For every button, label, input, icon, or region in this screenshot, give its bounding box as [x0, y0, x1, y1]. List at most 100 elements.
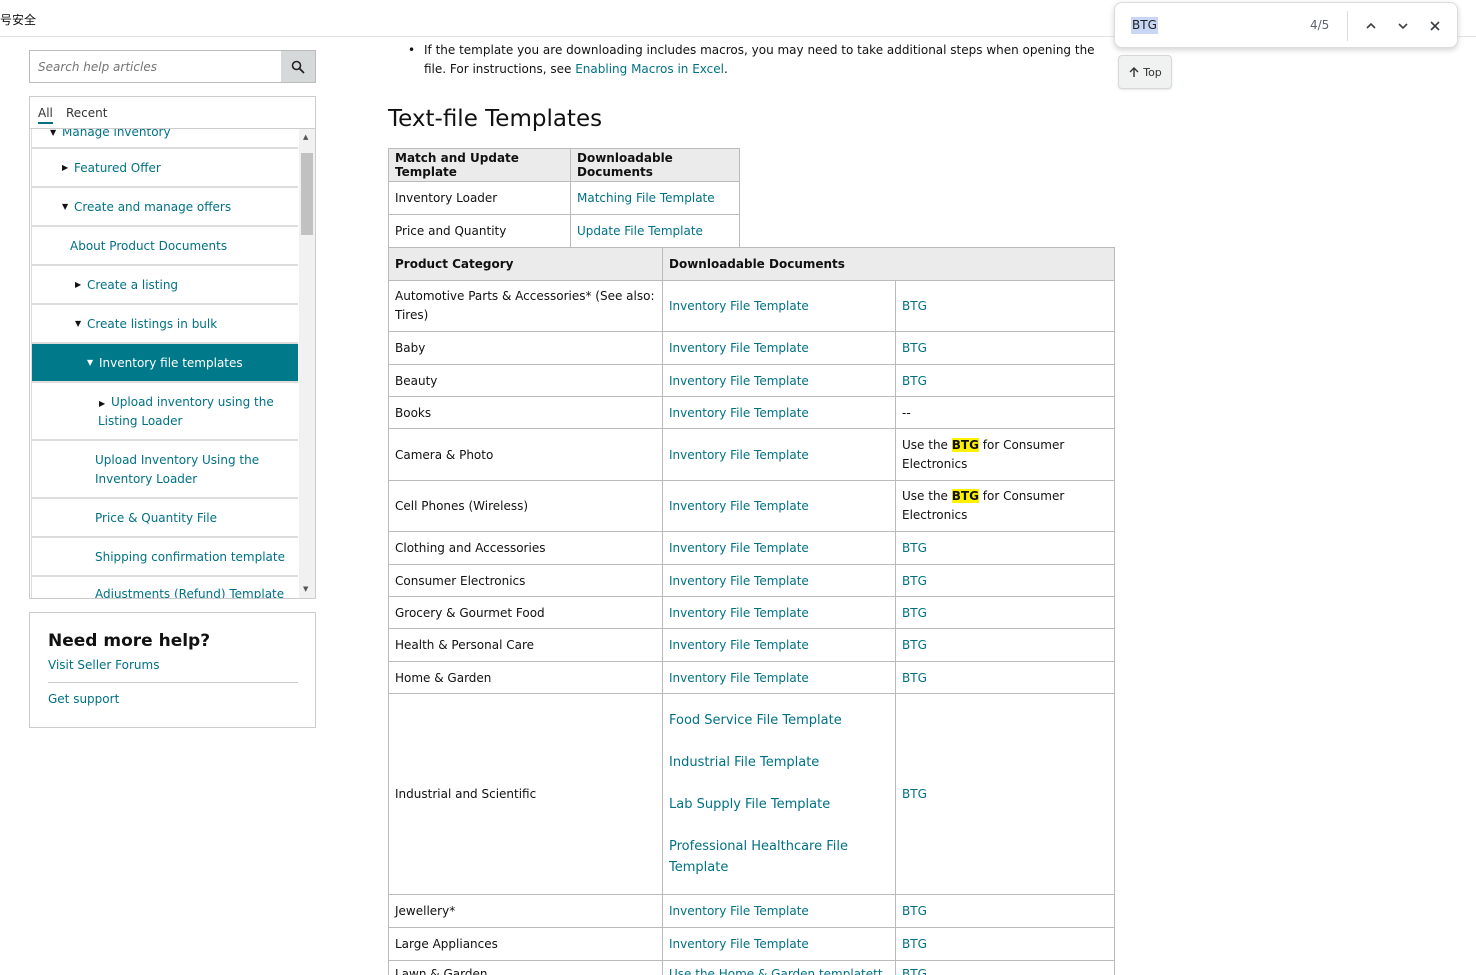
- nav-item-featured-offer[interactable]: ▶ Featured Offer: [31, 149, 298, 188]
- table-row: Large Appliances Inventory File Template…: [388, 927, 1116, 961]
- industrial-templates-cell: Food Service File Template Industrial Fi…: [662, 693, 896, 895]
- table-row: Health & Personal Care Inventory File Te…: [388, 628, 1116, 662]
- btg-link[interactable]: BTG: [902, 299, 927, 313]
- btg-note-cell: Use the BTG for Consumer Electronics: [894, 428, 1116, 481]
- nav-item-price-quantity-file[interactable]: Price & Quantity File: [31, 499, 298, 538]
- scrollbar-thumb[interactable]: [301, 153, 313, 235]
- search-input[interactable]: [30, 51, 281, 82]
- btg-link[interactable]: BTG: [902, 904, 927, 918]
- table-row: Automotive Parts & Accessories* (See als…: [388, 280, 1116, 332]
- lab-supply-template-link[interactable]: Lab Supply File Template: [669, 794, 889, 815]
- seller-forums-link[interactable]: Visit Seller Forums: [48, 658, 159, 672]
- table-row: Home & Garden Inventory File Template BT…: [388, 661, 1116, 694]
- btg-link[interactable]: BTG: [902, 638, 927, 652]
- btg-link[interactable]: BTG: [902, 341, 927, 355]
- inventory-file-template-link[interactable]: Inventory File Template: [669, 406, 809, 420]
- find-previous-button[interactable]: [1358, 13, 1384, 39]
- scroll-down-arrow-icon[interactable]: ▼: [303, 585, 308, 593]
- expanded-triangle-icon: ▼: [75, 319, 82, 328]
- inventory-file-template-link[interactable]: Inventory File Template: [669, 499, 809, 513]
- update-file-template-link[interactable]: Update File Template: [577, 224, 703, 238]
- category-cell: Health & Personal Care: [388, 628, 663, 662]
- nav-tree: ▼ Manage inventory ▶ Featured Offer ▼ Creat…: [30, 129, 298, 598]
- btg-link[interactable]: BTG: [902, 541, 927, 555]
- inventory-file-template-link[interactable]: Inventory File Template: [669, 541, 809, 555]
- enabling-macros-link[interactable]: Enabling Macros in Excel: [575, 62, 724, 76]
- inventory-file-template-link[interactable]: Inventory File Template: [669, 299, 809, 313]
- scroll-up-arrow-icon[interactable]: ▲: [303, 133, 308, 141]
- category-cell: Industrial and Scientific: [388, 693, 663, 895]
- category-cell: Grocery & Gourmet Food: [388, 596, 663, 629]
- category-cell: Consumer Electronics: [388, 564, 663, 597]
- nav-item-create-listings-bulk[interactable]: ▼ Create listings in bulk: [31, 305, 298, 344]
- find-divider: [1347, 11, 1348, 41]
- nav-item-create-listing[interactable]: ▶ Create a listing: [31, 266, 298, 305]
- column-header: Downloadable Documents: [661, 247, 1116, 281]
- nav-tabs: All Recent: [30, 97, 315, 129]
- btg-highlight[interactable]: BTG: [951, 489, 979, 503]
- help-navigation: All Recent ▼ Manage inventory ▶ Featured O…: [29, 96, 316, 599]
- professional-healthcare-template-link[interactable]: Professional Healthcare File Template: [669, 836, 889, 878]
- inventory-file-template-link[interactable]: Inventory File Template: [669, 341, 809, 355]
- search-button[interactable]: [281, 51, 315, 82]
- nav-item-upload-listing-loader[interactable]: ▶ Upload inventory using the Listing Load…: [31, 383, 298, 441]
- btg-link[interactable]: BTG: [902, 671, 927, 685]
- tab-recent[interactable]: Recent: [66, 106, 107, 120]
- inventory-file-template-link[interactable]: Inventory File Template: [669, 448, 809, 462]
- home-garden-template-link[interactable]: Use the Home & Garden templatett: [669, 967, 883, 975]
- btg-link[interactable]: BTG: [902, 374, 927, 388]
- find-close-button[interactable]: [1422, 13, 1448, 39]
- industrial-template-link[interactable]: Industrial File Template: [669, 752, 889, 773]
- btg-link[interactable]: BTG: [902, 574, 927, 588]
- nav-item-inventory-file-templates[interactable]: ▼ Inventory file templates: [31, 344, 298, 383]
- nav-item-shipping-confirmation[interactable]: Shipping confirmation template: [31, 538, 298, 577]
- help-divider: [48, 682, 298, 683]
- tab-all[interactable]: All: [38, 106, 53, 124]
- table-row: Jewellery* Inventory File Template BTG: [388, 894, 1116, 928]
- table-row: Clothing and Accessories Inventory File …: [388, 531, 1116, 565]
- get-support-link[interactable]: Get support: [48, 692, 119, 706]
- inventory-file-template-link[interactable]: Inventory File Template: [669, 374, 809, 388]
- find-input[interactable]: BTG: [1131, 17, 1158, 34]
- category-cell: Beauty: [388, 364, 663, 397]
- nav-item-adjustments-template[interactable]: Adjustments (Refund) Template: [31, 577, 298, 598]
- column-header: Match and Update Template: [388, 148, 571, 182]
- find-bar: BTG 4/5: [1114, 2, 1458, 48]
- btg-link[interactable]: BTG: [902, 787, 927, 801]
- template-name: Price and Quantity: [388, 214, 571, 248]
- nav-scrollbar[interactable]: ▲ ▼: [299, 129, 315, 598]
- column-header: Downloadable Documents: [570, 148, 740, 182]
- category-cell: Home & Garden: [388, 661, 663, 694]
- nav-item-manage-inventory[interactable]: ▼ Manage inventory: [31, 129, 298, 149]
- bullet-dot: •: [408, 43, 416, 57]
- inventory-file-template-link[interactable]: Inventory File Template: [669, 937, 809, 951]
- category-cell: Jewellery*: [388, 894, 663, 928]
- help-search: [29, 50, 316, 83]
- need-more-help-box: Need more help? Visit Seller Forums Get …: [29, 612, 316, 728]
- inventory-file-template-link[interactable]: Inventory File Template: [669, 606, 809, 620]
- nav-item-create-manage-offers[interactable]: ▼ Create and manage offers: [31, 188, 298, 227]
- btg-link[interactable]: BTG: [902, 606, 927, 620]
- matching-file-template-link[interactable]: Matching File Template: [577, 191, 715, 205]
- inventory-file-template-link[interactable]: Inventory File Template: [669, 671, 809, 685]
- no-btg-cell: --: [894, 396, 1116, 429]
- nav-item-upload-inventory-loader[interactable]: Upload Inventory Using the Inventory Load…: [31, 441, 298, 499]
- category-cell: Lawn & Garden: [388, 960, 663, 975]
- find-next-button[interactable]: [1390, 13, 1416, 39]
- food-service-template-link[interactable]: Food Service File Template: [669, 710, 889, 731]
- nav-item-about-product-documents[interactable]: About Product Documents: [31, 227, 298, 266]
- collapsed-triangle-icon: ▶: [62, 163, 69, 172]
- back-to-top-button[interactable]: Top: [1118, 55, 1172, 89]
- collapsed-triangle-icon: ▶: [75, 280, 82, 289]
- inventory-file-template-link[interactable]: Inventory File Template: [669, 904, 809, 918]
- category-cell: Camera & Photo: [388, 428, 663, 481]
- inventory-file-template-link[interactable]: Inventory File Template: [669, 638, 809, 652]
- inventory-file-template-link[interactable]: Inventory File Template: [669, 574, 809, 588]
- btg-link[interactable]: BTG: [902, 937, 927, 951]
- table-row: Lawn & Garden Use the Home & Garden temp…: [388, 960, 1116, 975]
- btg-link[interactable]: BTG: [902, 967, 927, 975]
- search-icon: [291, 60, 305, 74]
- btg-highlight[interactable]: BTG: [951, 437, 979, 452]
- match-update-table: Match and Update Template Downloadable D…: [388, 148, 740, 248]
- table-row: Baby Inventory File Template BTG: [388, 331, 1116, 365]
